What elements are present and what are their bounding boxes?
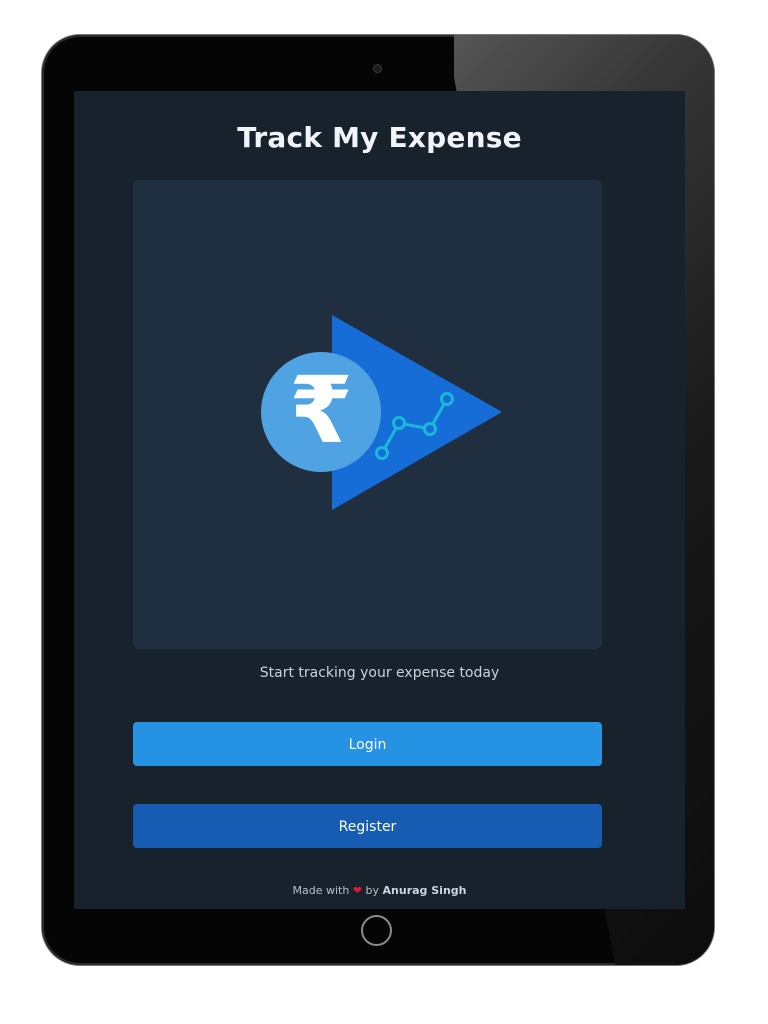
footer-credit: Made with ❤ by Anurag Singh bbox=[74, 884, 685, 897]
heart-icon: ❤ bbox=[352, 884, 363, 897]
hero-card: ₹ bbox=[133, 180, 602, 649]
app-logo-icon: ₹ bbox=[261, 315, 502, 510]
login-button[interactable]: Login bbox=[133, 722, 602, 766]
app-screen: Track My Expense ₹ Start tracking your e… bbox=[74, 91, 685, 909]
home-button[interactable] bbox=[361, 915, 392, 946]
footer-prefix: Made with bbox=[292, 884, 350, 897]
camera-icon bbox=[374, 65, 381, 72]
register-button[interactable]: Register bbox=[133, 804, 602, 848]
rupee-symbol: ₹ bbox=[289, 357, 353, 464]
page-title: Track My Expense bbox=[237, 121, 522, 154]
author-name: Anurag Singh bbox=[382, 884, 467, 897]
footer-by: by bbox=[365, 884, 380, 897]
tagline: Start tracking your expense today bbox=[259, 665, 500, 681]
